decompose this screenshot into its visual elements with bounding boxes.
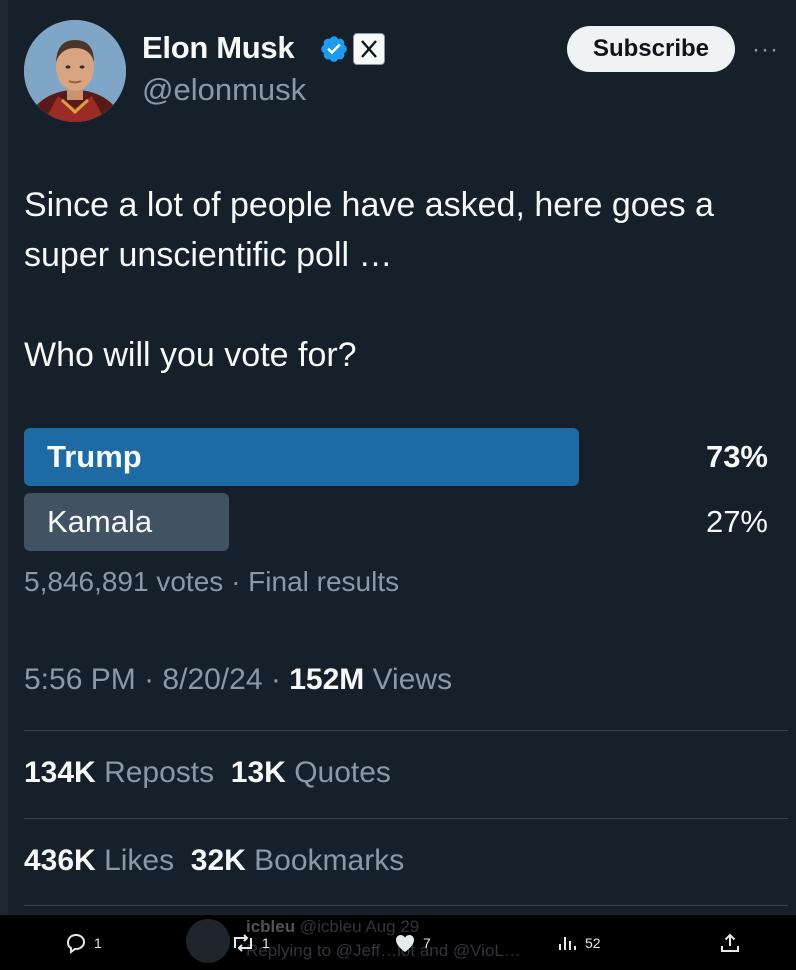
- repost-count: 1: [262, 935, 270, 951]
- poll-metadata: 5,846,891 votes · Final results: [24, 566, 399, 598]
- heart-icon: [396, 935, 414, 952]
- tweet-text: Since a lot of people have asked, here g…: [24, 186, 714, 374]
- separator: ·: [231, 566, 241, 597]
- reposts-count: 134K: [24, 756, 96, 789]
- poll-status: Final results: [248, 566, 400, 597]
- subscribe-button[interactable]: Subscribe: [567, 26, 735, 72]
- bottom-action-bar: icbleu @icbleu Aug 29 Replying to @Jeff……: [0, 915, 796, 970]
- views-action[interactable]: 52: [555, 931, 601, 955]
- repost-quote-stats: 134K Reposts 13K Quotes: [24, 756, 391, 790]
- separator: ·: [144, 663, 155, 696]
- verified-badge-icon[interactable]: [319, 34, 349, 64]
- repost-action[interactable]: 1: [230, 931, 270, 955]
- avatar-image: [24, 20, 126, 122]
- reply-icon: [66, 933, 86, 954]
- reposts-stat[interactable]: 134K Reposts: [24, 756, 214, 789]
- tweet-timestamp: 5:56 PM · 8/20/24 · 152M Views: [24, 663, 452, 697]
- tweet-card: Elon Musk @elonmusk Subscribe ··· Since …: [8, 0, 796, 915]
- bookmarks-stat[interactable]: 32K Bookmarks: [191, 844, 404, 877]
- views-count: 152M: [289, 663, 365, 696]
- views-label: Views: [372, 663, 453, 696]
- bookmarks-count: 32K: [190, 844, 246, 877]
- avatar[interactable]: [24, 20, 126, 122]
- views-count-small: 52: [585, 935, 601, 951]
- like-action[interactable]: 7: [393, 931, 431, 955]
- reply-avatar: [186, 919, 230, 963]
- reply-action[interactable]: 1: [64, 931, 102, 955]
- quotes-stat[interactable]: 13K Quotes: [231, 756, 391, 789]
- reply-text: Replying to @Jeff…lot and @VioL…: [246, 941, 521, 960]
- separator: ·: [270, 663, 281, 696]
- divider: [24, 818, 788, 819]
- more-options-icon[interactable]: ···: [752, 36, 792, 64]
- repost-icon: [234, 934, 252, 952]
- author-handle[interactable]: @elonmusk: [142, 72, 306, 108]
- left-background-strip: [0, 0, 8, 915]
- poll-option-percent: 73%: [705, 439, 768, 474]
- likes-count: 436K: [24, 844, 96, 877]
- like-bookmark-stats: 436K Likes 32K Bookmarks: [24, 844, 404, 878]
- tweet-time[interactable]: 5:56 PM: [24, 663, 136, 696]
- bookmarks-label: Bookmarks: [254, 844, 405, 877]
- x-affiliation-icon[interactable]: [353, 33, 385, 65]
- like-count: 7: [423, 935, 431, 951]
- author-name[interactable]: Elon Musk: [142, 30, 295, 66]
- reply-count: 1: [94, 935, 102, 951]
- quotes-count: 13K: [230, 756, 286, 789]
- reposts-label: Reposts: [104, 756, 215, 789]
- tweet-date[interactable]: 8/20/24: [162, 663, 262, 696]
- poll-option-kamala: Kamala 27%: [24, 493, 784, 551]
- poll-option-percent: 27%: [705, 504, 768, 539]
- divider: [24, 905, 788, 906]
- poll-option-label: Trump: [47, 439, 142, 474]
- divider: [24, 730, 788, 731]
- poll-option-label: Kamala: [47, 504, 153, 539]
- quotes-label: Quotes: [294, 756, 391, 789]
- share-action[interactable]: [718, 931, 742, 955]
- poll-option-trump: Trump 73%: [24, 428, 784, 486]
- likes-stat[interactable]: 436K Likes: [24, 844, 174, 877]
- likes-label: Likes: [104, 844, 175, 877]
- reply-handle: @icbleu: [299, 917, 362, 936]
- share-icon: [721, 933, 739, 952]
- views-chart-icon: [559, 937, 576, 950]
- poll-vote-count: 5,846,891 votes: [24, 566, 224, 597]
